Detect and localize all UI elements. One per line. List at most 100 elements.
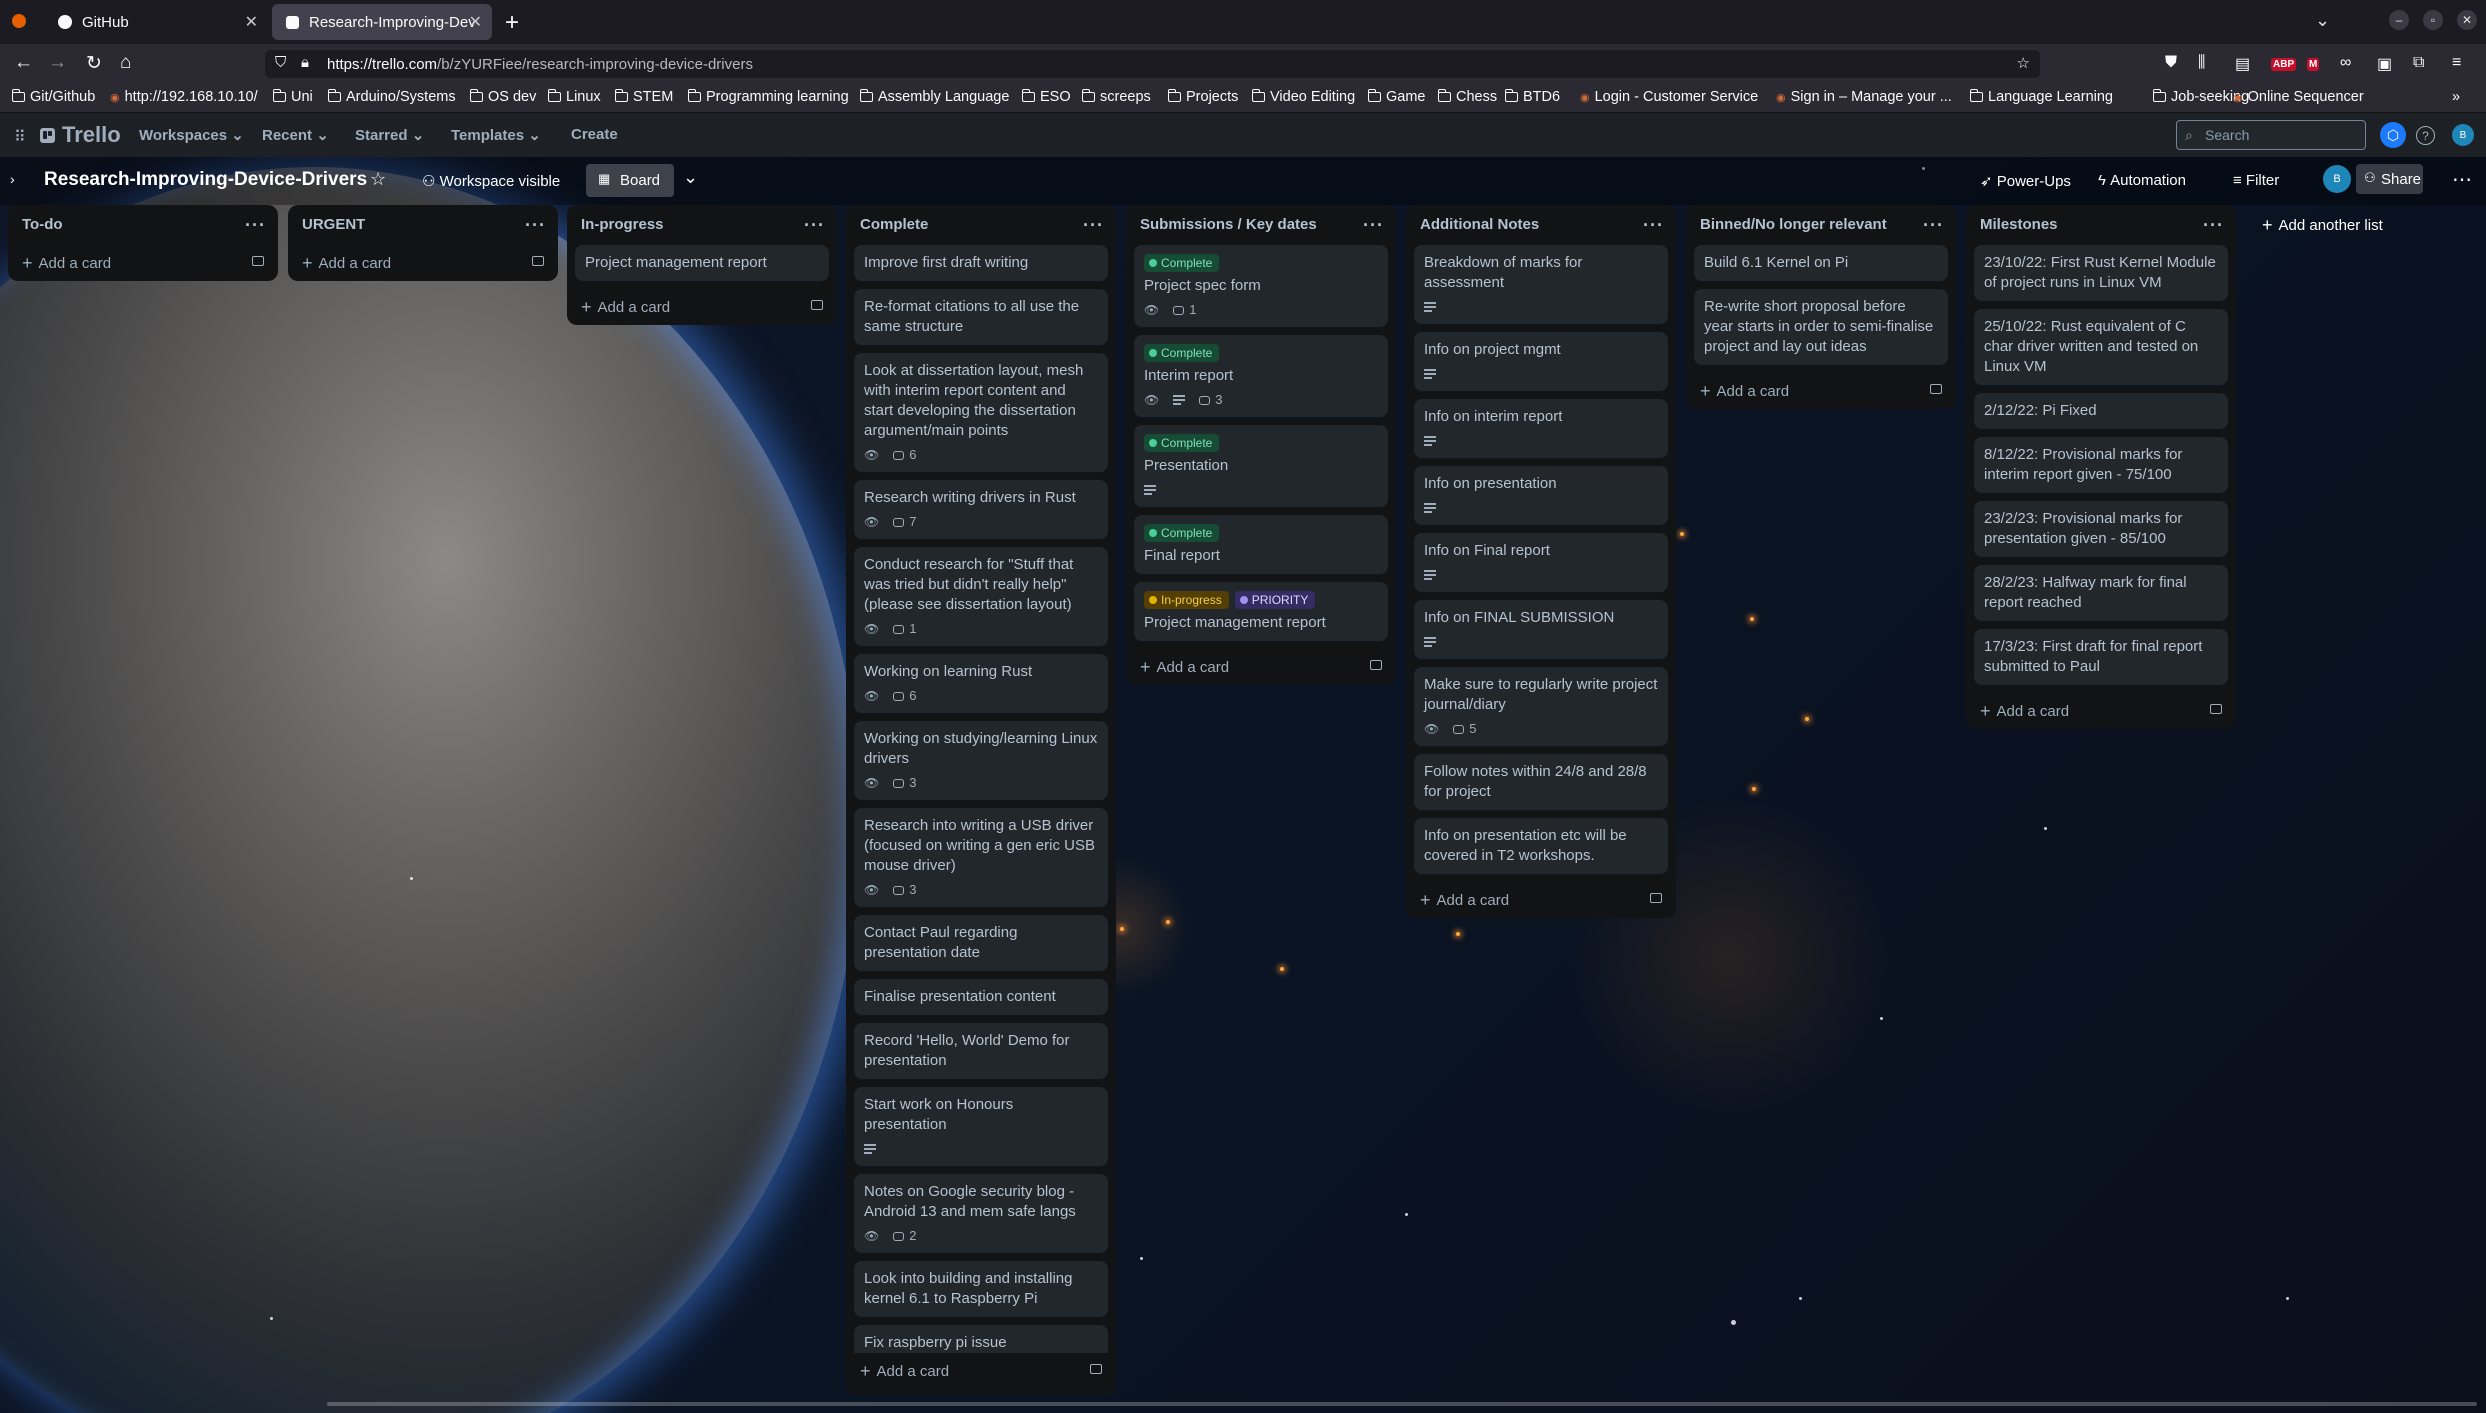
card[interactable]: Research writing drivers in Rust 👁︎ 7 xyxy=(854,480,1108,539)
add-card-button[interactable]: + Add a card xyxy=(1414,882,1668,918)
trello-logo[interactable]: Trello xyxy=(40,122,121,148)
add-card-button[interactable]: + Add a card xyxy=(16,245,270,281)
search-input[interactable]: ⌕ Search xyxy=(2176,120,2366,150)
create-from-template-icon[interactable] xyxy=(1370,660,1382,670)
tab-github[interactable]: GitHub ✕ xyxy=(44,4,268,40)
list-title[interactable]: Binned/No longer relevant ··· xyxy=(1694,205,1948,245)
card-label[interactable]: Complete xyxy=(1144,524,1220,542)
bookmark-item[interactable]: Programming learning xyxy=(687,89,849,105)
menu-workspaces[interactable]: Workspaces ⌄ xyxy=(139,126,244,144)
sidebar-icon[interactable]: ▤ xyxy=(2235,54,2250,74)
card[interactable]: Info on presentation xyxy=(1414,466,1668,525)
create-from-template-icon[interactable] xyxy=(1090,1364,1102,1374)
list-title[interactable]: In-progress ··· xyxy=(575,205,829,245)
menu-icon[interactable]: ≡ xyxy=(2452,54,2461,72)
create-from-template-icon[interactable] xyxy=(532,256,544,266)
card[interactable]: Working on learning Rust 👁︎ 6 xyxy=(854,654,1108,713)
bookmark-item[interactable]: ◉ Login - Customer Service xyxy=(1580,89,1758,105)
pocket-icon[interactable]: ⛊ xyxy=(2165,54,2177,72)
adblock-icon[interactable]: ABP xyxy=(2271,54,2297,72)
add-card-button[interactable]: + Add a card xyxy=(296,245,550,281)
add-card-button[interactable]: + Add a card xyxy=(1134,649,1388,685)
restore-icon[interactable]: ▫ xyxy=(2423,10,2443,30)
card[interactable]: Re-write short proposal before year star… xyxy=(1694,289,1948,365)
home-icon[interactable]: ⌂ xyxy=(120,52,131,74)
card[interactable]: Complete Final report xyxy=(1134,515,1388,574)
card[interactable]: Build 6.1 Kernel on Pi xyxy=(1694,245,1948,281)
card[interactable]: Complete Project spec form 👁︎ 1 xyxy=(1134,245,1388,327)
expand-sidebar-icon[interactable]: › xyxy=(10,171,15,187)
card[interactable]: Project management report xyxy=(575,245,829,281)
menu-recent[interactable]: Recent ⌄ xyxy=(262,126,329,144)
card[interactable]: Look at dissertation layout, mesh with i… xyxy=(854,353,1108,472)
list-title[interactable]: Complete ··· xyxy=(854,205,1108,245)
card[interactable]: Info on Final report xyxy=(1414,533,1668,592)
card[interactable]: 8/12/22: Provisional marks for interim r… xyxy=(1974,437,2228,493)
list-all-tabs-icon[interactable]: ⌄ xyxy=(2315,10,2330,31)
card[interactable]: Re-format citations to all use the same … xyxy=(854,289,1108,345)
firefox-menu-icon[interactable] xyxy=(12,14,26,28)
create-from-template-icon[interactable] xyxy=(252,256,264,266)
bookmark-item[interactable]: ESO xyxy=(1021,89,1071,105)
card[interactable]: Make sure to regularly write project jou… xyxy=(1414,667,1668,746)
card[interactable]: In-progress PRIORITY Project management re… xyxy=(1134,582,1388,641)
bookmark-item[interactable]: ◉ Online Sequencer xyxy=(2233,89,2364,105)
card[interactable]: Info on presentation etc will be covered… xyxy=(1414,818,1668,874)
lock-icon[interactable]: 🔒︎ xyxy=(301,54,309,71)
create-from-template-icon[interactable] xyxy=(2210,704,2222,714)
close-window-icon[interactable]: ✕ xyxy=(2457,10,2477,30)
share-button[interactable]: ⚇ Share xyxy=(2356,164,2423,194)
board-title[interactable]: Research-Improving-Device-Drivers xyxy=(44,169,367,191)
board-view-button[interactable]: ▦ Board xyxy=(586,164,674,197)
bookmark-item[interactable]: Git/Github xyxy=(11,89,95,105)
star-board-icon[interactable]: ☆ xyxy=(370,169,386,190)
list-title[interactable]: Milestones ··· xyxy=(1974,205,2228,245)
views-dropdown-icon[interactable]: ⌄ xyxy=(683,167,698,188)
bookmark-item[interactable]: Projects xyxy=(1167,89,1238,105)
close-tab-icon[interactable]: ✕ xyxy=(245,12,258,32)
card-label[interactable]: In-progress xyxy=(1144,591,1229,609)
back-icon[interactable]: ← xyxy=(14,52,33,74)
bookmark-item[interactable]: OS dev xyxy=(469,89,536,105)
list-menu-icon[interactable]: ··· xyxy=(1643,205,1664,245)
app-switcher-icon[interactable]: ⠿ xyxy=(14,127,26,147)
bookmark-item[interactable]: Assembly Language xyxy=(859,89,1009,105)
card[interactable]: Info on interim report xyxy=(1414,399,1668,458)
board-horizontal-scrollbar[interactable] xyxy=(327,1402,2477,1406)
card-label[interactable]: PRIORITY xyxy=(1234,591,1316,609)
card[interactable]: Finalise presentation content xyxy=(854,979,1108,1015)
list-menu-icon[interactable]: ··· xyxy=(525,205,546,245)
bookmark-item[interactable]: Chess xyxy=(1437,89,1497,105)
card[interactable]: 25/10/22: Rust equivalent of C char driv… xyxy=(1974,309,2228,385)
card[interactable]: Complete Interim report 👁︎ 3 xyxy=(1134,335,1388,417)
card[interactable]: 2/12/22: Pi Fixed xyxy=(1974,393,2228,429)
list-menu-icon[interactable]: ··· xyxy=(2203,205,2224,245)
card[interactable]: 23/2/23: Provisional marks for presentat… xyxy=(1974,501,2228,557)
help-icon[interactable]: ? xyxy=(2416,126,2435,145)
bookmark-item[interactable]: Video Editing xyxy=(1251,89,1355,105)
automation-button[interactable]: ϟ Automation xyxy=(2098,172,2186,189)
card[interactable]: Conduct research for "Stuff that was tri… xyxy=(854,547,1108,646)
create-from-template-icon[interactable] xyxy=(1930,384,1942,394)
menu-templates[interactable]: Templates ⌄ xyxy=(451,126,541,144)
forward-icon[interactable]: → xyxy=(48,52,67,74)
create-from-template-icon[interactable] xyxy=(1650,893,1662,903)
bookmark-star-icon[interactable]: ☆ xyxy=(2017,54,2030,72)
add-card-button[interactable]: + Add a card xyxy=(1694,373,1948,409)
power-ups-button[interactable]: ➶ Power-Ups xyxy=(1980,172,2071,190)
add-another-list-button[interactable]: + Add another list xyxy=(2252,205,2486,245)
filter-button[interactable]: ≡ Filter xyxy=(2233,172,2279,189)
more-bookmarks-icon[interactable]: » xyxy=(2452,89,2460,105)
new-tab-icon[interactable]: + xyxy=(505,9,519,37)
card[interactable]: Working on studying/learning Linux drive… xyxy=(854,721,1108,800)
member-avatar[interactable]: B xyxy=(2323,165,2351,193)
menu-starred[interactable]: Starred ⌄ xyxy=(355,126,424,144)
add-card-button[interactable]: + Add a card xyxy=(854,1353,1108,1389)
list-title[interactable]: URGENT ··· xyxy=(296,205,550,245)
list-title[interactable]: To-do ··· xyxy=(16,205,270,245)
list-title[interactable]: Additional Notes ··· xyxy=(1414,205,1668,245)
url-bar[interactable]: ⛉ 🔒︎ https://trello.com/b/zYURFiee/resea… xyxy=(265,50,2040,78)
create-button[interactable]: Create xyxy=(571,126,618,143)
account-avatar[interactable]: B xyxy=(2452,124,2474,146)
tab-trello[interactable]: Research-Improving-Devic ✕ xyxy=(272,4,492,40)
